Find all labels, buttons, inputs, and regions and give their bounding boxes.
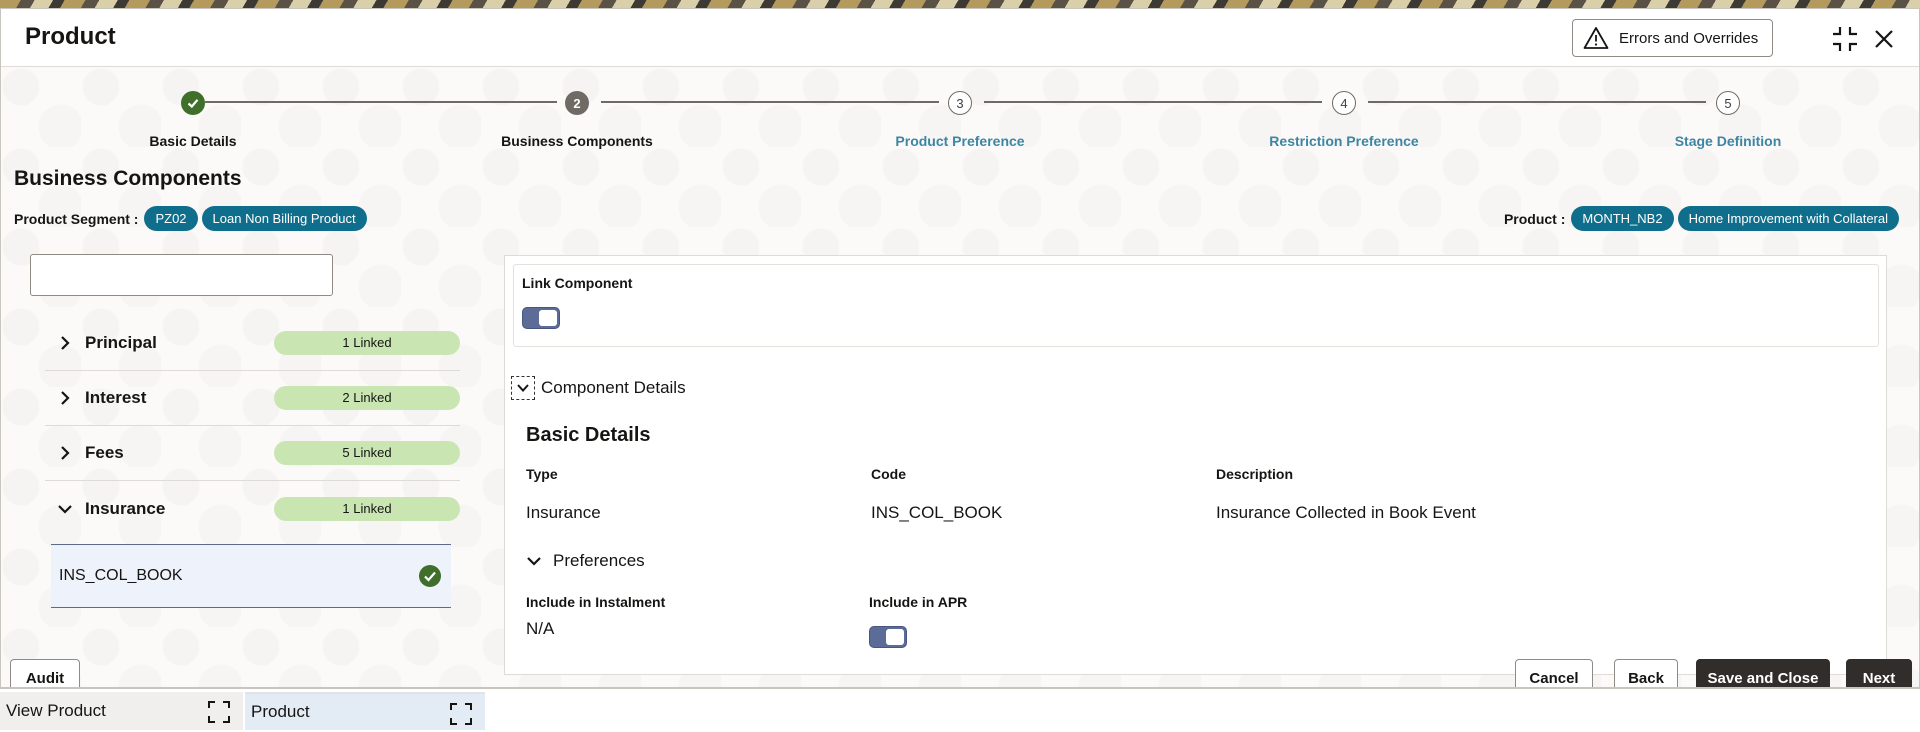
accordion-principal[interactable]: Principal 1 Linked — [45, 316, 460, 371]
accordion-label: Principal — [85, 333, 157, 352]
accordion-interest[interactable]: Interest 2 Linked — [45, 371, 460, 426]
step-1-complete-icon[interactable] — [181, 91, 205, 115]
audit-button[interactable]: Audit — [10, 659, 80, 687]
link-component-card: Link Component — [513, 264, 1879, 347]
dialog-title: Product — [25, 23, 116, 50]
linked-count-badge: 1 Linked — [274, 331, 460, 355]
code-value: INS_COL_BOOK — [871, 503, 1003, 522]
step-label-restriction-preference[interactable]: Restriction Preference — [1224, 133, 1464, 149]
cancel-button[interactable]: Cancel — [1515, 659, 1593, 687]
taskbar-tab-label: View Product — [6, 701, 106, 720]
next-button[interactable]: Next — [1846, 659, 1912, 687]
product-dialog: Product Errors and Overrides 2 3 4 5 Bas — [0, 8, 1920, 688]
component-details-panel: Link Component Component Details Basic D… — [504, 255, 1887, 675]
step-label-basic-details[interactable]: Basic Details — [73, 133, 313, 149]
toggle-knob — [886, 629, 904, 645]
chevron-right-icon[interactable] — [45, 335, 85, 351]
accordion-fees[interactable]: Fees 5 Linked — [45, 426, 460, 481]
checkmark-icon — [187, 99, 199, 109]
product-label: Product : — [1503, 210, 1566, 227]
product-name-badge: Home Improvement with Collateral — [1677, 206, 1899, 231]
linked-count-badge: 5 Linked — [274, 441, 460, 465]
chevron-down-icon[interactable] — [45, 502, 85, 516]
segment-name-badge: Loan Non Billing Product — [201, 206, 367, 231]
component-search-input[interactable] — [30, 254, 333, 296]
step-label-stage-definition[interactable]: Stage Definition — [1608, 133, 1848, 149]
chevron-right-icon[interactable] — [45, 390, 85, 406]
description-value: Insurance Collected in Book Event — [1216, 503, 1476, 522]
task-bar: View Product Product — [0, 688, 1920, 732]
step-connector — [984, 101, 1322, 103]
errors-and-overrides-button[interactable]: Errors and Overrides — [1572, 19, 1773, 57]
segment-code-badge: PZ02 — [144, 206, 198, 231]
chevron-right-icon[interactable] — [45, 445, 85, 461]
errors-and-overrides-label: Errors and Overrides — [1619, 29, 1759, 47]
component-details-label: Component Details — [541, 378, 686, 397]
chevron-down-icon — [527, 557, 541, 566]
component-item-ins-col-book[interactable]: INS_COL_BOOK — [51, 544, 451, 608]
product-code-badge: MONTH_NB2 — [1571, 206, 1674, 231]
save-and-close-button[interactable]: Save and Close — [1696, 659, 1830, 687]
include-apr-toggle[interactable] — [869, 626, 907, 648]
include-instalment-label: Include in Instalment — [526, 594, 666, 610]
train-stepper: 2 3 4 5 Basic Details Business Component… — [1, 67, 1919, 157]
close-icon[interactable] — [1870, 25, 1898, 53]
include-instalment-value: N/A — [526, 619, 555, 638]
step-label-business-components[interactable]: Business Components — [457, 133, 697, 149]
collapse-icon[interactable] — [1831, 25, 1859, 53]
taskbar-tab-label: Product — [251, 702, 310, 721]
step-2-circle[interactable]: 2 — [565, 91, 589, 115]
expand-icon[interactable] — [449, 702, 473, 726]
link-component-toggle[interactable] — [522, 307, 560, 329]
product-segment-row: Product Segment : PZ02 Loan Non Billing … — [14, 206, 367, 231]
taskbar-tab-product[interactable]: Product — [245, 692, 485, 730]
toggle-knob — [539, 310, 557, 326]
taskbar-tab-view-product[interactable]: View Product — [0, 692, 243, 730]
basic-details-heading: Basic Details — [526, 424, 651, 446]
step-connector — [1368, 101, 1706, 103]
link-component-label: Link Component — [522, 275, 633, 291]
accordion-label: Interest — [85, 388, 147, 407]
linked-check-icon — [419, 565, 441, 587]
preferences-header[interactable]: Preferences — [525, 551, 645, 571]
linked-count-badge: 2 Linked — [274, 386, 460, 410]
step-5-circle[interactable]: 5 — [1716, 91, 1740, 115]
code-label: Code — [871, 466, 906, 482]
expand-icon[interactable] — [207, 700, 231, 724]
step-label-product-preference[interactable]: Product Preference — [840, 133, 1080, 149]
accordion-insurance[interactable]: Insurance 1 Linked — [45, 481, 460, 536]
type-label: Type — [526, 466, 558, 482]
component-details-header[interactable]: Component Details — [511, 376, 686, 400]
description-label: Description — [1216, 466, 1294, 482]
component-item-label: INS_COL_BOOK — [59, 567, 183, 584]
preferences-label: Preferences — [553, 551, 645, 570]
type-value: Insurance — [526, 503, 601, 522]
include-apr-label: Include in APR — [869, 594, 968, 610]
product-segment-label: Product Segment : — [14, 210, 139, 227]
chevron-down-icon[interactable] — [511, 376, 535, 400]
step-connector — [205, 101, 557, 103]
accordion-label: Insurance — [85, 498, 166, 518]
back-button[interactable]: Back — [1614, 659, 1678, 687]
section-title: Business Components — [14, 167, 242, 190]
product-info-row: Product : MONTH_NB2 Home Improvement wit… — [1504, 206, 1899, 231]
step-3-circle[interactable]: 3 — [948, 91, 972, 115]
step-connector — [601, 101, 939, 103]
accordion-label: Fees — [85, 443, 124, 462]
step-4-circle[interactable]: 4 — [1332, 91, 1356, 115]
dialog-header: Product Errors and Overrides — [1, 9, 1919, 67]
linked-count-badge: 1 Linked — [274, 496, 460, 521]
warning-icon — [1583, 27, 1609, 49]
